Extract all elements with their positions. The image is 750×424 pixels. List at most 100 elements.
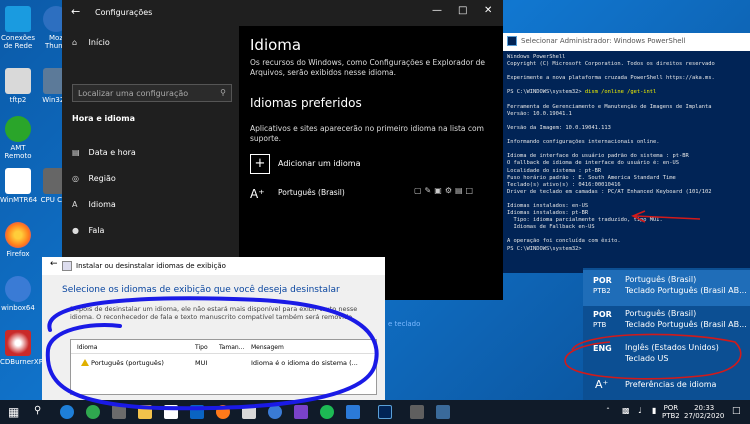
windows-start-icon[interactable]: ▦ bbox=[8, 405, 19, 419]
powershell-line: Windows PowerShell bbox=[507, 54, 566, 60]
app4-icon[interactable] bbox=[436, 405, 450, 419]
desktop-icon-tftp[interactable]: tftp2 bbox=[0, 68, 36, 104]
network-tray-icon[interactable]: ▩ bbox=[622, 406, 630, 415]
file-explorer-icon[interactable] bbox=[138, 405, 152, 419]
app3-icon[interactable] bbox=[346, 405, 360, 419]
powershell-line: Versão: 10.0.19041.1 bbox=[507, 110, 572, 117]
column-header-type[interactable]: Tipo bbox=[195, 344, 208, 351]
calendar-icon: ▤ bbox=[72, 148, 80, 157]
winbox-taskbar-icon[interactable] bbox=[268, 405, 282, 419]
battery-icon[interactable]: ▮ bbox=[652, 406, 656, 415]
nav-item-speech[interactable]: ● Fala bbox=[72, 226, 104, 235]
nav-item-date-time[interactable]: ▤ Data e hora bbox=[72, 148, 136, 157]
minimize-icon[interactable]: — bbox=[432, 5, 442, 16]
globe-icon: ◎ bbox=[72, 174, 79, 183]
edge-icon[interactable] bbox=[60, 405, 74, 419]
preferred-languages-desc: Aplicativos e sites aparecerão no primei… bbox=[250, 124, 484, 143]
clock[interactable]: 20:33 27/02/2020 bbox=[684, 404, 724, 420]
powershell-line: PS C:\WINDOWS\system32> bbox=[507, 245, 582, 252]
powershell-line: A operação foi concluída com êxito. bbox=[507, 238, 621, 245]
desktop-icon-amt[interactable]: AMT Remoto bbox=[0, 116, 36, 160]
winbox-icon bbox=[5, 276, 31, 302]
powershell-line: O fallback de idioma de interface do usu… bbox=[507, 160, 680, 167]
home-icon: ⌂ bbox=[72, 38, 78, 47]
settings-title: Configurações bbox=[95, 8, 153, 17]
flyout-language-ptb2[interactable]: POR PTB2 Português (Brasil) Teclado Port… bbox=[583, 270, 750, 306]
app2-icon[interactable] bbox=[294, 405, 308, 419]
powershell-line: Tipo: idioma parcialmente traduzido, tip… bbox=[507, 217, 663, 224]
language-list-item[interactable]: A⁺ Português (Brasil) ▢✎▣⚙▤□ bbox=[248, 184, 498, 210]
nav-item-region[interactable]: ◎ Região bbox=[72, 174, 116, 183]
settings-taskbar-icon[interactable] bbox=[410, 405, 424, 419]
nav-section-title: Hora e idioma bbox=[72, 114, 135, 123]
dialog-description: Depois de desinstalar um idioma, ele não… bbox=[70, 305, 358, 321]
powershell-line: Idiomas instalados: en-US bbox=[507, 202, 589, 209]
dialog-heading: Selecione os idiomas de exibição que voc… bbox=[62, 285, 340, 295]
powershell-line: Experimente a nova plataforma cruzada Po… bbox=[507, 75, 715, 82]
language-preferences-link[interactable]: Preferências de idioma bbox=[625, 380, 716, 389]
desktop-icon-winbox[interactable]: winbox64 bbox=[0, 276, 36, 312]
powershell-line: Teclado(s) ativo(s) : 0416:00010416 bbox=[507, 181, 621, 188]
powershell-icon bbox=[507, 36, 517, 46]
language-flyout: POR PTB2 Português (Brasil) Teclado Port… bbox=[583, 268, 750, 400]
powershell-line: Copyright (C) Microsoft Corporation. Tod… bbox=[507, 61, 715, 68]
powershell-line: Idiomas de Fallback en-US bbox=[507, 224, 595, 231]
winmtr-icon bbox=[5, 168, 31, 194]
volume-icon[interactable]: ♩ bbox=[638, 406, 642, 415]
powershell-output[interactable]: Windows PowerShell Copyright (C) Microso… bbox=[507, 54, 749, 272]
powershell-line: Idioma de interface do usuário padrão do… bbox=[507, 153, 689, 160]
app-icon[interactable] bbox=[112, 405, 126, 419]
powershell-line: Fuso horário padrão : E. South America S… bbox=[507, 174, 676, 181]
flyout-language-eng[interactable]: ENG Inglês (Estados Unidos) Teclado US bbox=[583, 338, 750, 374]
add-language-button[interactable]: + bbox=[250, 154, 270, 174]
warning-icon bbox=[81, 359, 89, 366]
explorer-taskbar-icon[interactable] bbox=[242, 405, 256, 419]
install-languages-dialog: ← Instalar ou desinstalar idiomas de exi… bbox=[42, 257, 385, 400]
spotify-icon[interactable] bbox=[320, 405, 334, 419]
desktop-icon-cdburner[interactable]: CDBurnerXP bbox=[0, 330, 43, 366]
maximize-icon[interactable]: □ bbox=[458, 5, 467, 16]
notifications-icon[interactable]: □ bbox=[732, 406, 741, 416]
desktop-icon-network[interactable]: Conexões de Rede bbox=[0, 6, 36, 50]
store-icon[interactable] bbox=[164, 405, 178, 419]
nav-home[interactable]: ⌂ Início bbox=[72, 38, 110, 47]
close-icon[interactable]: ✕ bbox=[484, 5, 492, 16]
amt-icon bbox=[5, 116, 31, 142]
settings-titlebar: ← Configurações — □ ✕ bbox=[62, 0, 503, 26]
firefox-taskbar-icon[interactable] bbox=[216, 405, 230, 419]
desktop-icon-winmtr[interactable]: WinMTR64 bbox=[0, 168, 37, 204]
row-message: Idioma é o idioma do sistema (... bbox=[251, 359, 358, 367]
mail-icon[interactable] bbox=[190, 405, 204, 419]
powershell-line: PS C:\WINDOWS\system32> dism /online /ge… bbox=[507, 89, 657, 96]
language-feature-icons: ▢✎▣⚙▤□ bbox=[414, 186, 477, 195]
powershell-taskbar-icon[interactable] bbox=[378, 405, 392, 419]
language-indicator[interactable]: POR PTB2 bbox=[662, 404, 680, 420]
table-header-divider bbox=[71, 353, 376, 354]
search-icon[interactable]: ⚲ bbox=[34, 405, 41, 416]
desktop-icon-firefox[interactable]: Firefox bbox=[0, 222, 36, 258]
add-language-label[interactable]: Adicionar um idioma bbox=[278, 159, 360, 168]
back-arrow-icon[interactable]: ← bbox=[71, 5, 80, 18]
column-header-message[interactable]: Mensagem bbox=[251, 344, 284, 351]
chrome-icon[interactable] bbox=[86, 405, 100, 419]
powershell-window[interactable]: Selecionar Administrador: Windows PowerS… bbox=[503, 33, 750, 273]
language-dialog-icon bbox=[62, 261, 72, 271]
preferred-languages-title: Idiomas preferidos bbox=[250, 96, 362, 110]
nav-item-language[interactable]: A Idioma bbox=[72, 200, 116, 209]
back-arrow-icon[interactable]: ← bbox=[50, 259, 58, 269]
firefox-icon bbox=[5, 222, 31, 248]
powershell-line: Driver de teclado em camadas : PC/AT Enh… bbox=[507, 188, 712, 195]
column-header-size[interactable]: Taman... bbox=[219, 344, 244, 351]
flyout-language-ptb[interactable]: POR PTB Português (Brasil) Teclado Portu… bbox=[583, 304, 750, 340]
dialog-titlebar: ← Instalar ou desinstalar idiomas de exi… bbox=[42, 257, 385, 275]
tray-chevron-icon[interactable]: ˆ bbox=[606, 407, 610, 416]
language-icon: A bbox=[72, 200, 78, 209]
keyboard-settings-link[interactable]: e teclado bbox=[388, 320, 420, 328]
search-input[interactable]: Localizar uma configuração ⚲ bbox=[72, 84, 232, 102]
language-preferences-icon: A⁺ bbox=[595, 378, 609, 391]
column-header-language[interactable]: Idioma bbox=[77, 344, 97, 351]
settings-window: ← Configurações — □ ✕ ⌂ Início Localizar… bbox=[62, 0, 503, 300]
page-title: Idioma bbox=[250, 36, 302, 54]
row-language: Português (português) bbox=[81, 359, 164, 367]
taskbar: ▦ ⚲ ˆ ▩ ♩ ▮ POR PTB2 20:33 27/02/2020 □ bbox=[0, 400, 750, 424]
